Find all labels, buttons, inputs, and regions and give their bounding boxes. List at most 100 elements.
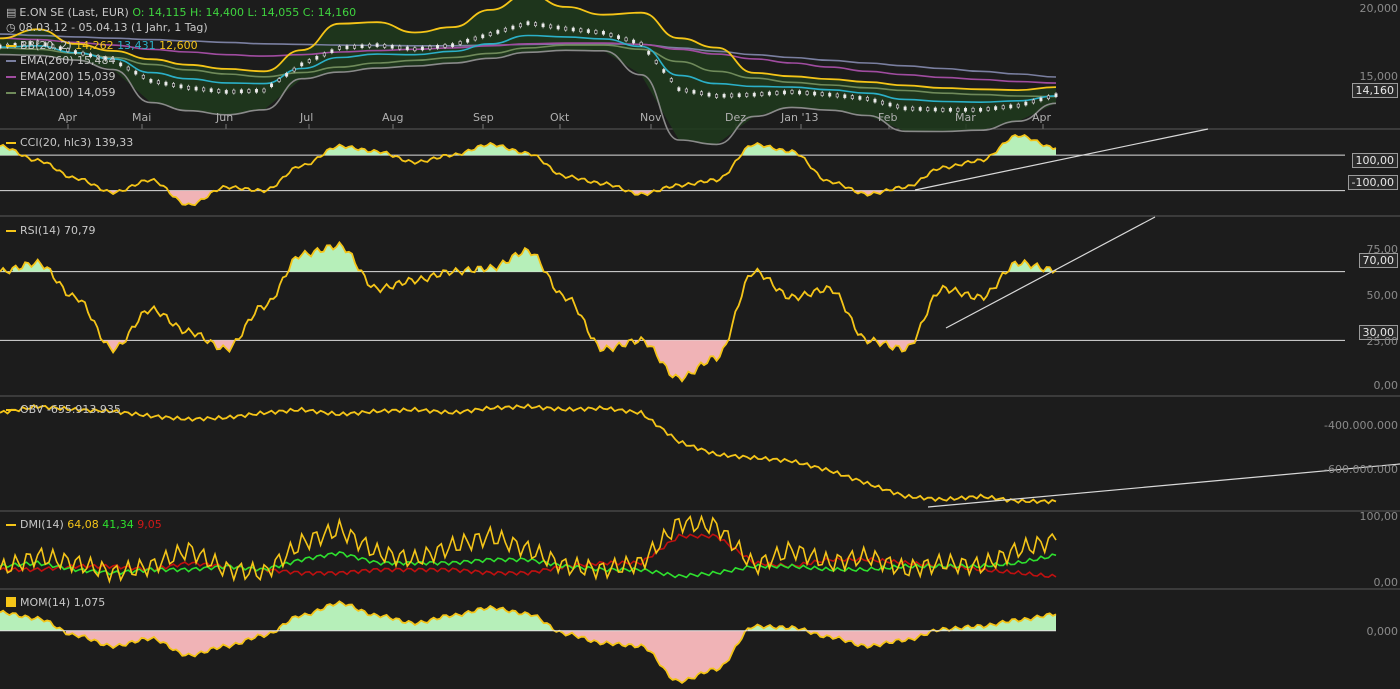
- candle-body: [979, 107, 983, 112]
- candle-body: [405, 46, 409, 51]
- legend-bb-lower: 12,600: [159, 39, 198, 52]
- legend-ema100[interactable]: EMA(100) 14,059: [6, 86, 116, 99]
- candle-body: [564, 26, 568, 31]
- obv-legend[interactable]: OBV -655.913.935: [6, 403, 121, 416]
- candle-body: [413, 47, 417, 52]
- candle-body: [549, 24, 553, 29]
- cci-swatch: [6, 142, 16, 144]
- chart-title: E.ON SE (Last, EUR): [19, 6, 129, 19]
- candle-body: [526, 21, 530, 25]
- ema100-swatch: [6, 92, 16, 94]
- cci-label: CCI(20, hlc3): [20, 136, 92, 149]
- ema200-swatch: [6, 76, 16, 78]
- candle-body: [488, 32, 492, 36]
- mom-value: 1,075: [73, 596, 106, 609]
- candle-body: [277, 78, 281, 82]
- dmi-label: DMI(14): [20, 518, 64, 531]
- candle-body: [632, 39, 636, 44]
- x-label-jun: Jun: [216, 111, 234, 124]
- candle-body: [669, 78, 673, 82]
- dmi-tick-100: 100,00: [1359, 510, 1399, 523]
- candle-body: [0, 44, 2, 49]
- legend-ema260-value: 15,484: [77, 54, 116, 67]
- candle-body: [292, 67, 296, 72]
- candle-body: [828, 92, 832, 97]
- candle-body: [609, 33, 613, 37]
- candle-body: [752, 92, 756, 97]
- cci-value: 139,33: [94, 136, 134, 149]
- candle-body: [390, 44, 394, 49]
- candle-body: [888, 102, 892, 107]
- candle-body: [458, 41, 462, 45]
- legend-bb-middle: 13,431: [117, 39, 156, 52]
- candle-body: [941, 107, 945, 112]
- candle-body: [164, 81, 168, 86]
- candle-body: [443, 44, 447, 48]
- candle-body: [481, 34, 485, 39]
- candle-body: [737, 93, 741, 97]
- rsi-legend[interactable]: RSI(14) 70,79: [6, 224, 95, 237]
- candle-body: [805, 91, 809, 95]
- dmi-legend[interactable]: DMI(14) 64,08 41,34 9,05: [6, 518, 162, 531]
- x-label-jul: Jul: [300, 111, 314, 124]
- x-label-sep: Sep: [473, 111, 494, 124]
- cci-tag-100: 100,00: [1351, 153, 1398, 168]
- candle-body: [428, 45, 432, 50]
- mom-legend[interactable]: MOM(14) 1,075: [6, 596, 105, 609]
- candle-body: [300, 62, 304, 67]
- obv-value: -655.913.935: [46, 403, 121, 416]
- obv-tick-400m: -400.000.000: [1324, 419, 1398, 432]
- dmi-swatch: [6, 524, 16, 526]
- candle-body: [790, 90, 794, 94]
- ohlc-low: L: 14,055: [247, 6, 300, 19]
- candle-body: [820, 92, 824, 96]
- candle-body: [496, 30, 500, 34]
- rsi-tick-25: 25,00: [1366, 335, 1399, 348]
- candle-body: [398, 45, 402, 50]
- candle-body: [1054, 93, 1058, 97]
- legend-ema200[interactable]: EMA(200) 15,039: [6, 70, 116, 83]
- legend-bb[interactable]: BB(20, 2) 14,262 13,431 12,600: [6, 39, 198, 52]
- dmi-plus-value: 41,34: [102, 518, 134, 531]
- candle-body: [624, 37, 628, 42]
- bb-swatch: [6, 45, 16, 47]
- candle-body: [187, 85, 191, 90]
- candle-body: [202, 87, 206, 92]
- ohlc-open: O: 14,115: [132, 6, 187, 19]
- candle-body: [662, 69, 666, 73]
- candle-body: [692, 90, 696, 94]
- candle-body: [156, 80, 160, 85]
- cci-legend[interactable]: CCI(20, hlc3) 139,33: [6, 136, 133, 149]
- legend-ema260[interactable]: EMA(260) 15,484: [6, 54, 116, 67]
- candle-body: [119, 62, 123, 67]
- candle-body: [337, 46, 341, 50]
- rsi-tick-50: 50,00: [1366, 289, 1399, 302]
- candle-body: [239, 89, 243, 94]
- rsi-swatch: [6, 230, 16, 232]
- candle-body: [707, 92, 711, 97]
- candle-body: [134, 70, 138, 75]
- chart-title-row: ▤ E.ON SE (Last, EUR) O: 14,115 H: 14,400…: [6, 6, 356, 19]
- dmi-adx-value: 64,08: [67, 518, 99, 531]
- candle-body: [594, 30, 598, 34]
- candle-body: [126, 66, 130, 71]
- candle-body: [1039, 97, 1043, 102]
- candle-body: [1024, 101, 1028, 106]
- candle-body: [948, 107, 952, 112]
- candle-body: [254, 88, 258, 93]
- dmi-tick-0: 0,00: [1373, 576, 1399, 589]
- candle-body: [262, 88, 266, 93]
- candle-body: [534, 22, 538, 27]
- candle-body: [466, 38, 470, 43]
- candle-body: [503, 27, 507, 32]
- candle-body: [617, 35, 621, 39]
- candle-body: [322, 52, 326, 57]
- rsi-tag-70: 70,00: [1358, 253, 1398, 268]
- candle-body: [179, 84, 183, 89]
- x-label-dez: Dez: [725, 111, 747, 124]
- candle-body: [684, 88, 688, 93]
- candle-body: [775, 91, 779, 95]
- candle-body: [541, 23, 545, 28]
- legend-ema100-label: EMA(100): [20, 86, 74, 99]
- candle-body: [1016, 103, 1020, 108]
